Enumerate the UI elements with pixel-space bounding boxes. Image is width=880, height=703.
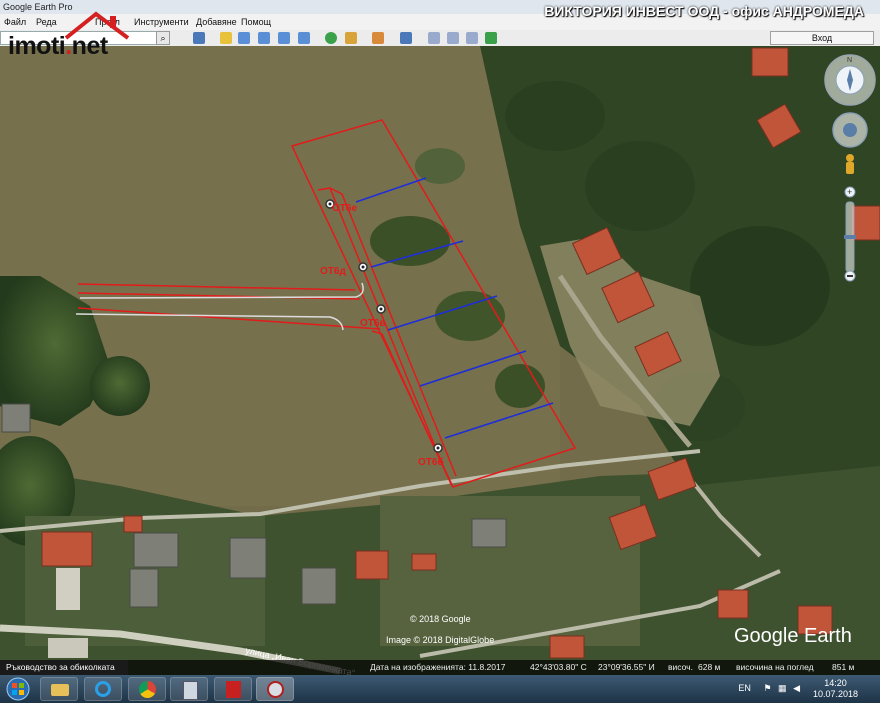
latitude-readout: 42°43'03.80" С: [530, 662, 587, 672]
chrome-icon: [139, 681, 156, 698]
network-icon[interactable]: ▦: [778, 683, 787, 693]
zoom-in-icon[interactable]: +: [844, 186, 856, 198]
maps-icon[interactable]: [485, 32, 497, 44]
ie-task[interactable]: [84, 677, 122, 701]
navigation-controls[interactable]: N +: [822, 52, 878, 282]
sidebar-toggle-icon[interactable]: [193, 32, 205, 44]
sunlight-icon[interactable]: [345, 32, 357, 44]
clock[interactable]: 14:20 10.07.2018: [813, 678, 858, 700]
volume-icon[interactable]: ◀: [793, 683, 800, 693]
windows-start-icon[interactable]: [4, 677, 32, 701]
windows-taskbar: EN ⚑ ▦ ◀ 14:20 10.07.2018: [0, 675, 880, 703]
menu-item-file[interactable]: Файл: [4, 14, 26, 30]
menu-item-help[interactable]: Помощ: [241, 14, 271, 30]
google-earth-watermark: Google Earth: [734, 625, 852, 647]
explorer-task[interactable]: [40, 677, 78, 701]
calculator-icon: [183, 681, 198, 700]
elevation-label: височ.: [668, 662, 693, 672]
tour-guide-tab[interactable]: Ръководство за обиколката: [0, 660, 128, 675]
look-joystick-icon[interactable]: [832, 112, 868, 148]
language-indicator[interactable]: EN: [738, 683, 751, 693]
eye-altitude-label: височина на поглед: [736, 662, 814, 672]
logo-text-main: imoti: [8, 32, 66, 60]
menu-item-add[interactable]: Добавяне: [196, 14, 237, 30]
imagery-date: Дата на изображенията: 11.8.2017: [370, 662, 506, 672]
zoom-out-icon[interactable]: [844, 270, 856, 282]
elevation-value: 628 м: [698, 662, 721, 672]
menu-item-edit[interactable]: Реда: [36, 14, 57, 30]
ruler-icon[interactable]: [400, 32, 412, 44]
search-icon[interactable]: ⌕: [156, 31, 170, 45]
system-tray: EN ⚑ ▦ ◀: [738, 683, 800, 694]
planet-icon[interactable]: [372, 32, 384, 44]
imoti-logo: imoti.net: [8, 32, 108, 61]
path-icon[interactable]: [258, 32, 270, 44]
print-icon[interactable]: [447, 32, 459, 44]
historical-imagery-icon[interactable]: [325, 32, 337, 44]
google-earth-task[interactable]: [256, 677, 294, 701]
pdf-task[interactable]: [214, 677, 252, 701]
clock-time: 14:20: [824, 678, 847, 688]
calculator-task[interactable]: [170, 677, 208, 701]
login-button[interactable]: Вход: [770, 31, 874, 45]
copyright-imagery: Image © 2018 DigitalGlobe: [386, 635, 494, 645]
zoom-slider-thumb[interactable]: [844, 235, 856, 239]
overlay-icon[interactable]: [278, 32, 290, 44]
status-bar: Дата на изображенията: 11.8.2017 42°43'0…: [0, 660, 880, 675]
folder-icon: [51, 684, 69, 696]
person-icon[interactable]: [846, 154, 854, 174]
flag-icon[interactable]: ⚑: [763, 683, 771, 693]
ie-icon: [95, 681, 111, 697]
svg-text:N: N: [847, 57, 852, 64]
polygon-icon[interactable]: [238, 32, 250, 44]
chrome-task[interactable]: [128, 677, 166, 701]
logo-text-tld: net: [71, 32, 109, 60]
email-icon[interactable]: [428, 32, 440, 44]
google-earth-icon: [267, 681, 284, 698]
lot-label-ot6b[interactable]: ОТ6б: [418, 456, 444, 468]
clock-date: 10.07.2018: [812, 689, 858, 699]
copyright-google: © 2018 Google: [410, 614, 471, 624]
lot-label-ot6e[interactable]: ОТ6е: [332, 203, 357, 214]
menu-item-tools[interactable]: Инструменти: [134, 14, 189, 30]
compass-icon[interactable]: N: [824, 54, 876, 106]
placemark-icon[interactable]: [220, 32, 232, 44]
pdf-icon: [226, 681, 241, 698]
lot-label-ot6d[interactable]: ОТ6д: [320, 266, 346, 277]
map-view[interactable]: ОТ6е ОТ6д ОТ6в ОТ6б улица „Иван Боримечк…: [0, 46, 880, 675]
save-image-icon[interactable]: [466, 32, 478, 44]
svg-text:+: +: [847, 187, 852, 197]
eye-altitude-value: 851 м: [832, 662, 855, 672]
satellite-imagery[interactable]: ОТ6е ОТ6д ОТ6в ОТ6б улица „Иван Боримечк…: [0, 46, 880, 675]
lot-label-ot6v[interactable]: ОТ6в: [360, 318, 386, 329]
longitude-readout: 23°09'36.55" И: [598, 662, 655, 672]
agency-banner: ВИКТОРИЯ ИНВЕСТ ООД - офис АНДРОМЕДА: [544, 3, 864, 19]
tour-icon[interactable]: [298, 32, 310, 44]
